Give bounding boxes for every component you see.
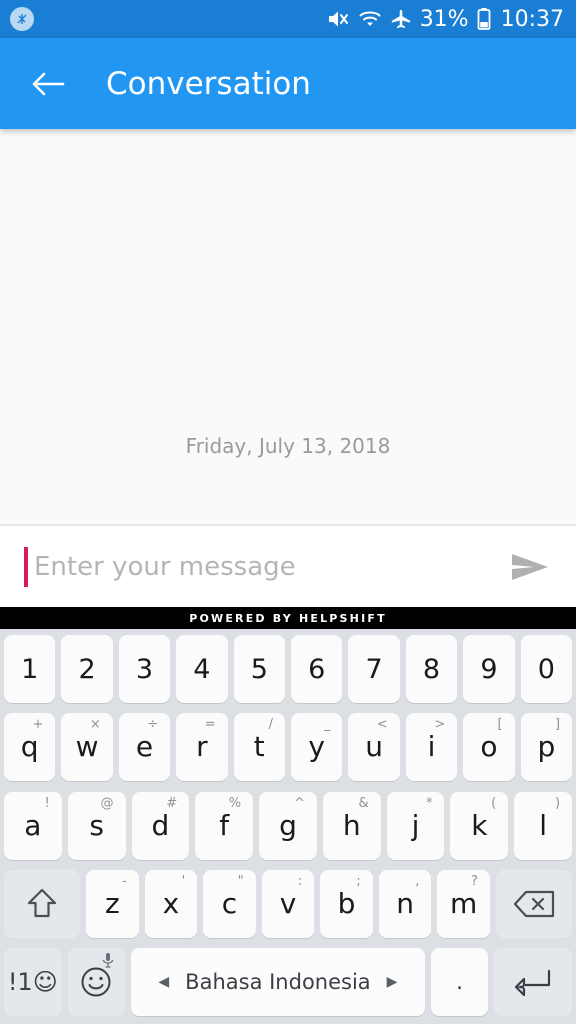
key-q[interactable]: + q bbox=[3, 713, 56, 782]
on-screen-keyboard: 1 2 3 4 5 6 7 8 9 0 + q × w ÷ e = r / t _ y < u… bbox=[0, 629, 576, 1024]
key-r[interactable]: = r bbox=[176, 713, 228, 782]
emoji-smiley-icon[interactable] bbox=[67, 948, 126, 1016]
enter-return-icon[interactable] bbox=[494, 948, 572, 1016]
key-m[interactable]: ? m bbox=[437, 869, 490, 938]
battery-icon bbox=[477, 7, 491, 31]
keyboard-qwerty-row: + q × w ÷ e = r / t _ y < u > i [o ] p bbox=[3, 713, 573, 782]
key-o[interactable]: [o bbox=[463, 713, 515, 782]
key-c[interactable]: " c bbox=[203, 869, 256, 938]
key-s[interactable]: @ s bbox=[67, 791, 126, 860]
send-arrow-icon[interactable] bbox=[502, 539, 558, 595]
helpshift-branding-label: POWERED BY HELPSHIFT bbox=[189, 611, 387, 625]
message-input-bar bbox=[0, 525, 576, 607]
status-bar-clock: 10:37 bbox=[500, 6, 564, 32]
volume-mute-icon bbox=[326, 7, 350, 31]
key-9[interactable]: 9 bbox=[463, 635, 515, 703]
phone-screen: 31% 10:37 Conversation Friday, July 13, … bbox=[0, 0, 576, 1024]
prev-language-arrow-icon[interactable]: ◀ bbox=[158, 974, 169, 990]
spacebar-label: ◀ Bahasa Indonesia ▶ bbox=[158, 970, 397, 994]
microphone-icon bbox=[101, 952, 115, 974]
key-i[interactable]: > i bbox=[405, 713, 458, 782]
spacebar-language-switcher[interactable]: ◀ Bahasa Indonesia ▶ bbox=[131, 948, 425, 1016]
key-d[interactable]: # d bbox=[131, 791, 190, 860]
keyboard-home-row: ! a @ s # d % f ^ g & h * j (k ) l bbox=[3, 791, 573, 860]
wifi-icon bbox=[358, 7, 382, 31]
key-w[interactable]: × w bbox=[61, 713, 113, 782]
key-t[interactable]: / t bbox=[233, 713, 285, 782]
key-b[interactable]: ; b bbox=[320, 869, 373, 938]
key-2[interactable]: 2 bbox=[61, 635, 113, 703]
key-1[interactable]: 1 bbox=[3, 635, 56, 703]
key-3[interactable]: 3 bbox=[118, 635, 171, 703]
key-u[interactable]: < u bbox=[348, 713, 400, 782]
message-input[interactable] bbox=[28, 551, 502, 582]
key-a[interactable]: ! a bbox=[3, 791, 62, 860]
helpshift-branding-bar: POWERED BY HELPSHIFT bbox=[0, 607, 576, 629]
key-y[interactable]: _ y bbox=[291, 713, 343, 782]
key-period[interactable]: . bbox=[430, 948, 489, 1016]
key-8[interactable]: 8 bbox=[405, 635, 458, 703]
key-0[interactable]: 0 bbox=[520, 635, 573, 703]
shift-arrow-icon[interactable] bbox=[3, 869, 81, 938]
key-v[interactable]: :v bbox=[261, 869, 315, 938]
next-language-arrow-icon[interactable]: ▶ bbox=[387, 974, 398, 990]
symbols-key[interactable]: !1☺ bbox=[4, 948, 62, 1016]
key-g[interactable]: ^ g bbox=[259, 791, 317, 860]
status-bar-left bbox=[10, 7, 34, 31]
status-bar-right: 31% 10:37 bbox=[326, 7, 564, 32]
keyboard-function-row: !1☺ ◀ Bahasa Indonesia ▶ . bbox=[4, 948, 572, 1016]
key-k[interactable]: (k bbox=[450, 791, 509, 860]
date-divider: Friday, July 13, 2018 bbox=[185, 434, 391, 458]
notification-badge-icon bbox=[10, 7, 34, 31]
keyboard-number-row: 1 2 3 4 5 6 7 8 9 0 bbox=[3, 635, 573, 703]
conversation-message-list[interactable]: Friday, July 13, 2018 bbox=[0, 129, 576, 525]
key-7[interactable]: 7 bbox=[348, 635, 400, 703]
battery-percent-label: 31% bbox=[419, 6, 469, 32]
key-x[interactable]: ' x bbox=[144, 869, 198, 938]
key-f[interactable]: % f bbox=[195, 791, 254, 860]
key-6[interactable]: 6 bbox=[291, 635, 343, 703]
key-n[interactable]: ,n bbox=[378, 869, 432, 938]
backspace-delete-icon[interactable] bbox=[495, 869, 573, 938]
key-e[interactable]: ÷ e bbox=[118, 713, 171, 782]
back-arrow-icon[interactable] bbox=[28, 64, 68, 104]
keyboard-bottom-letter-row: -z ' x " c :v ; b ,n ? m bbox=[3, 869, 573, 938]
key-j[interactable]: * j bbox=[386, 791, 445, 860]
status-bar: 31% 10:37 bbox=[0, 0, 576, 38]
key-h[interactable]: & h bbox=[322, 791, 381, 860]
key-5[interactable]: 5 bbox=[233, 635, 285, 703]
airplane-mode-icon bbox=[390, 8, 412, 30]
message-input-wrapper[interactable] bbox=[24, 544, 502, 590]
key-4[interactable]: 4 bbox=[176, 635, 228, 703]
key-z[interactable]: -z bbox=[86, 869, 139, 938]
keyboard-language-label: Bahasa Indonesia bbox=[185, 970, 371, 994]
app-bar: Conversation bbox=[0, 38, 576, 129]
key-p[interactable]: ] p bbox=[520, 713, 573, 782]
key-l[interactable]: ) l bbox=[514, 791, 573, 860]
page-title: Conversation bbox=[106, 65, 311, 102]
